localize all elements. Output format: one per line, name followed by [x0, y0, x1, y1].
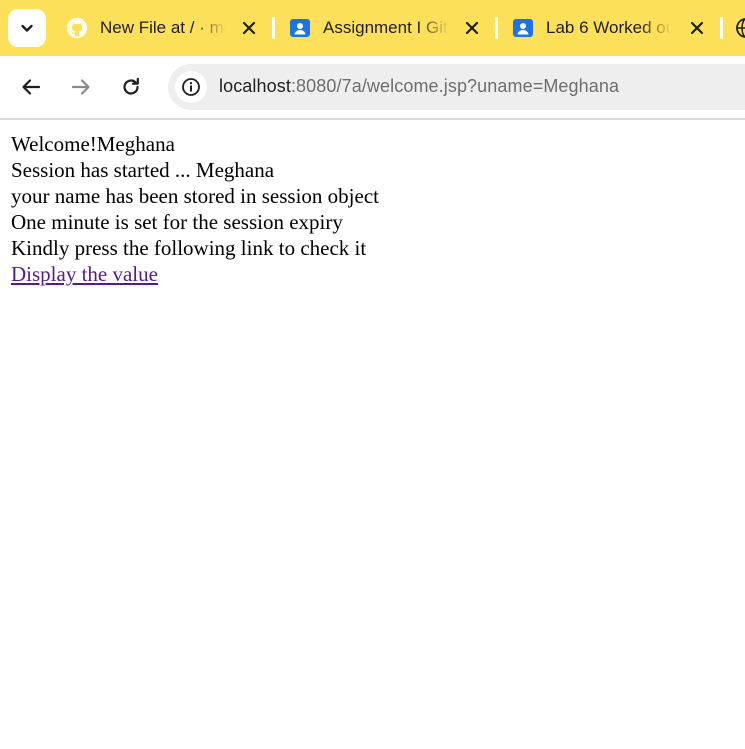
- display-value-link[interactable]: Display the value: [11, 262, 158, 286]
- google-classroom-icon: [512, 17, 534, 39]
- session-started-line: Session has started ... Meghana: [11, 158, 275, 182]
- tab-lab6[interactable]: Lab 6 Worked out: [498, 10, 720, 46]
- github-icon: [66, 17, 88, 39]
- info-icon: [182, 78, 200, 96]
- tab-search-button[interactable]: [8, 9, 46, 47]
- chevron-down-icon: [21, 24, 33, 32]
- page-content: Welcome!Meghana Session has started ... …: [11, 131, 379, 287]
- back-button[interactable]: [17, 73, 45, 101]
- tab-title: Lab 6 Worked out: [546, 18, 672, 37]
- tab-assignment[interactable]: Assignment I GitHub: [275, 10, 495, 46]
- close-icon[interactable]: [688, 19, 706, 37]
- session-stored-line: your name has been stored in session obj…: [11, 184, 379, 208]
- session-expiry-line: One minute is set for the session expiry: [11, 210, 343, 234]
- instruction-line: Kindly press the following link to check…: [11, 236, 367, 260]
- tab-partial[interactable]: [723, 10, 745, 46]
- globe-icon: [735, 17, 745, 39]
- tab-title: New File at / · meghana: [100, 18, 226, 37]
- forward-button[interactable]: [67, 73, 95, 101]
- address-bar[interactable]: localhost:8080/7a/welcome.jsp?uname=Megh…: [168, 64, 745, 110]
- url-path: :8080/7a/welcome.jsp?uname=Meghana: [290, 76, 620, 96]
- tab-strip: New File at / · meghana Assignment I Git…: [0, 0, 745, 56]
- toolbar-divider: [0, 118, 745, 120]
- arrow-right-icon: [71, 79, 90, 95]
- google-classroom-icon: [289, 17, 311, 39]
- tab-title: Assignment I GitHub: [323, 18, 449, 37]
- site-info-button[interactable]: [175, 71, 207, 103]
- browser-toolbar: localhost:8080/7a/welcome.jsp?uname=Megh…: [0, 56, 745, 118]
- close-icon[interactable]: [463, 19, 481, 37]
- arrow-left-icon: [22, 79, 41, 95]
- reload-icon: [123, 77, 139, 95]
- reload-button[interactable]: [117, 73, 145, 101]
- url-text[interactable]: localhost:8080/7a/welcome.jsp?uname=Megh…: [219, 76, 619, 97]
- tab-github-new-file[interactable]: New File at / · meghana: [52, 10, 272, 46]
- close-icon[interactable]: [240, 19, 258, 37]
- url-host: localhost: [219, 76, 291, 96]
- welcome-line: Welcome!Meghana: [11, 132, 175, 156]
